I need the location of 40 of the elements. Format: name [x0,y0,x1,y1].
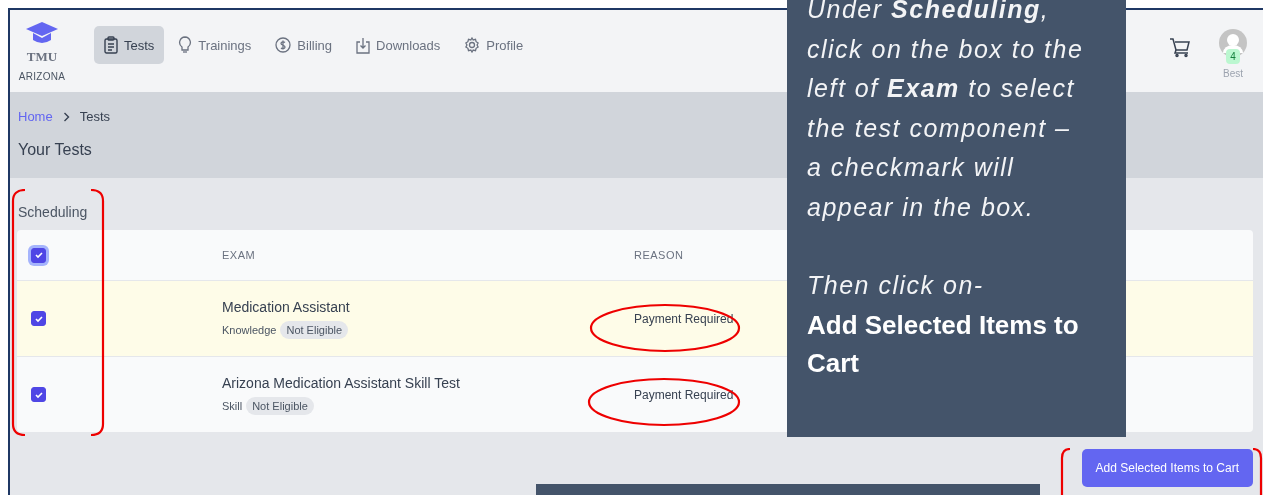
reason-text: Payment Required [634,387,734,402]
exam-type: Knowledge [222,323,277,336]
checkmark-icon [33,389,44,400]
exam-type: Skill [222,399,243,412]
nav-tab[interactable]: Downloads [346,26,451,64]
instruction-action: Add Selected Items to Cart [807,308,1080,380]
nav-tab[interactable]: Tests [94,26,165,64]
breadcrumb-current-page: Tests [79,109,111,124]
reason-text: Payment Required [634,311,734,326]
chevron-right-icon [62,111,70,122]
column-header: EXAM [222,249,257,261]
page-title: Your Tests [18,141,93,159]
add-to-cart-button[interactable]: Add Selected Items to Cart [1081,449,1253,487]
exam-name: Arizona Medication Assistant Skill Test [222,374,461,391]
nav-tab[interactable]: Profile [454,26,534,64]
dollar-icon [275,37,292,53]
cart-icon[interactable] [1169,36,1191,58]
clipboard-icon [104,36,118,54]
checkmark-icon [33,313,44,324]
row-checkbox[interactable] [31,311,46,326]
gear-icon [464,37,481,53]
instruction-text: Then click on- [807,270,985,301]
logo-subtitle: ARIZONA [18,70,66,82]
checkmark-icon [33,250,44,260]
row-checkbox[interactable] [31,387,46,402]
status-tag: Not Eligible [280,320,349,339]
download-icon [356,36,370,54]
lightbulb-icon [178,36,193,54]
section-title: Scheduling [18,204,88,220]
nav-tab[interactable]: Billing [265,26,342,64]
user-name: Best [1223,68,1243,79]
points-badge: 4 [1226,49,1240,64]
nav-tab[interactable]: Trainings [168,26,262,64]
status-tag: Not Eligible [246,396,314,415]
exam-name: Medication Assistant [222,298,351,315]
column-header: REASON [634,249,684,261]
select-all-checkbox[interactable] [31,247,46,263]
logo-title: TMU [26,48,58,65]
instruction-text: Under Scheduling, click on the box to the left of Exam to select the test component – a checkmark will appear in the box. [807,0,1085,223]
breadcrumb-link[interactable]: Home [18,109,53,124]
